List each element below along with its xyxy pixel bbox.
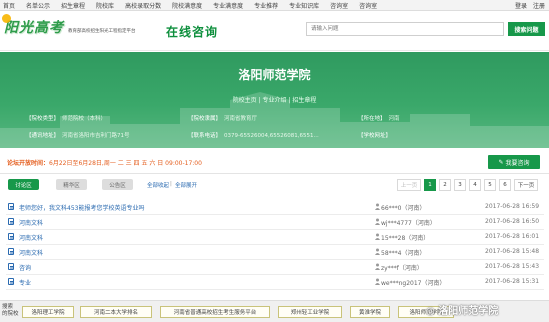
site-header: 阳光高考 教育部高校招生阳光工程指定平台 在线咨询 搜索问题 bbox=[0, 11, 549, 51]
related-school-button[interactable]: 河南二本大学排名 bbox=[80, 306, 152, 318]
login-link[interactable]: 登录 bbox=[515, 1, 527, 10]
related-school-button[interactable]: 郑州轻工业学院 bbox=[278, 306, 342, 318]
tab-discussion[interactable]: 讨论区 bbox=[8, 179, 39, 190]
question-title[interactable]: 河南文科 bbox=[19, 248, 43, 257]
question-user: 58***4（河南） bbox=[381, 250, 426, 257]
prev-page-button[interactable]: 上一页 bbox=[397, 179, 421, 191]
register-link[interactable]: 注册 bbox=[533, 1, 545, 10]
watermark: ◎ 洛阳师范学院 bbox=[426, 306, 499, 317]
wechat-icon: ◎ bbox=[426, 306, 439, 317]
page-title: 在线咨询 bbox=[166, 25, 219, 39]
question-date: 2017-06-28 15:43 bbox=[485, 263, 540, 270]
nav-home[interactable]: 首页 bbox=[3, 1, 15, 10]
page-2[interactable]: 2 bbox=[439, 179, 451, 191]
question-title[interactable]: 老师您好，我文科453能报考您学校英语专业吗 bbox=[19, 203, 144, 212]
question-icon bbox=[8, 263, 14, 270]
page-4[interactable]: 4 bbox=[469, 179, 481, 191]
related-school-button[interactable]: 洛阳理工学院 bbox=[22, 306, 74, 318]
question-date: 2017-06-28 15:48 bbox=[485, 248, 540, 255]
list-item[interactable]: 河南文科 wj***4777（河南） 2017-06-28 16:50 bbox=[6, 215, 544, 230]
site-logo[interactable]: 阳光高考 教育部高校招生阳光工程指定平台 bbox=[2, 14, 136, 37]
school-name: 洛阳师范学院 bbox=[238, 68, 311, 82]
pencil-icon: ✎ bbox=[498, 158, 504, 166]
search-input[interactable] bbox=[306, 22, 504, 36]
forum-time-bar: 论坛开放时间：6月22日至6月28日,周一 二 三 四 五 六 日 09:00-… bbox=[0, 152, 549, 174]
logo-text: 阳光高考 bbox=[4, 20, 64, 36]
expand-all-link[interactable]: 全部展开 bbox=[175, 181, 197, 189]
info-affiliation: 【院校隶属】 河南省教育厅 bbox=[188, 116, 258, 122]
top-nav: 首页 名单公示 招生章程 院校库 高校录取分数 院校满意度 专业满意度 专业推荐… bbox=[0, 0, 549, 11]
question-title[interactable]: 河南文科 bbox=[19, 218, 43, 227]
question-date: 2017-06-28 16:50 bbox=[485, 218, 540, 225]
nav-school-library[interactable]: 院校库 bbox=[96, 1, 114, 10]
nav-admission-rules[interactable]: 招生章程 bbox=[61, 1, 85, 10]
question-icon bbox=[8, 248, 14, 255]
question-user: we***ng2017（河南） bbox=[381, 280, 446, 287]
list-item[interactable]: 咨询 zy***f（河南） 2017-06-28 15:43 bbox=[6, 260, 544, 275]
pagination: 上一页 1 2 3 4 5 6 下一页 bbox=[397, 179, 538, 191]
info-website[interactable]: 【学校网址】 bbox=[358, 131, 394, 139]
sun-icon bbox=[2, 14, 11, 23]
question-list: 老师您好，我文科453能报考您学校英语专业吗 66***0（河南） 2017-0… bbox=[6, 200, 544, 290]
question-user: 15***28（河南） bbox=[381, 235, 430, 242]
question-icon bbox=[8, 203, 14, 210]
nav-major-knowledge[interactable]: 专业知识库 bbox=[289, 1, 319, 10]
nav-list-public[interactable]: 名单公示 bbox=[26, 1, 50, 10]
question-date: 2017-06-28 16:59 bbox=[485, 203, 540, 210]
user-icon bbox=[375, 203, 380, 210]
info-phone: 【联系电话】 0379-65526004,65526081,6551... bbox=[188, 133, 319, 139]
school-banner: 洛阳师范学院 院校主页 | 专业介绍 | 招生章程 【院校类型】 师范院校（本科）… bbox=[0, 52, 549, 148]
next-page-button[interactable]: 下一页 bbox=[514, 179, 538, 191]
question-user: 66***0（河南） bbox=[381, 205, 426, 212]
question-icon bbox=[8, 233, 14, 240]
page-5[interactable]: 5 bbox=[484, 179, 496, 191]
question-icon bbox=[8, 278, 14, 285]
nav-major-satisfaction[interactable]: 专业满意度 bbox=[213, 1, 243, 10]
question-date: 2017-06-28 16:01 bbox=[485, 233, 540, 240]
user-icon bbox=[375, 233, 380, 240]
question-date: 2017-06-28 15:31 bbox=[485, 278, 540, 285]
tab-featured[interactable]: 精华区 bbox=[56, 179, 87, 190]
search-button[interactable]: 搜索问题 bbox=[508, 22, 545, 36]
question-user: zy***f（河南） bbox=[381, 265, 423, 272]
question-title[interactable]: 河南文科 bbox=[19, 233, 43, 242]
user-icon bbox=[375, 248, 380, 255]
list-item[interactable]: 河南文科 15***28（河南） 2017-06-28 16:01 bbox=[6, 230, 544, 245]
info-type: 【院校类型】 师范院校（本科） bbox=[26, 116, 107, 122]
link-separator: | bbox=[170, 181, 172, 187]
logo-subtitle: 教育部高校招生阳光工程指定平台 bbox=[68, 29, 136, 34]
related-school-button[interactable]: 河南省普通高校招生考生服务平台 bbox=[160, 306, 270, 318]
info-location: 【所在地】 河南 bbox=[358, 116, 400, 122]
collapse-all-link[interactable]: 全部收起 bbox=[147, 181, 169, 189]
question-user: wj***4777（河南） bbox=[381, 220, 436, 227]
user-icon bbox=[375, 218, 380, 225]
question-icon bbox=[8, 218, 14, 225]
page-3[interactable]: 3 bbox=[454, 179, 466, 191]
related-search-label: 搜索 的院校 bbox=[2, 304, 19, 317]
user-icon bbox=[375, 278, 380, 285]
nav-consult-room-2[interactable]: 咨询室 bbox=[359, 1, 377, 10]
question-title[interactable]: 专业 bbox=[19, 278, 31, 287]
related-school-button[interactable]: 黄淮学院 bbox=[350, 306, 390, 318]
question-title[interactable]: 咨询 bbox=[19, 263, 31, 272]
list-item[interactable]: 专业 we***ng2017（河南） 2017-06-28 15:31 bbox=[6, 275, 544, 290]
list-item[interactable]: 河南文科 58***4（河南） 2017-06-28 15:48 bbox=[6, 245, 544, 260]
list-item[interactable]: 老师您好，我文科453能报考您学校英语专业吗 66***0（河南） 2017-0… bbox=[6, 200, 544, 215]
tab-row: 讨论区 精华区 公告区 全部收起 | 全部展开 上一页 1 2 3 4 5 6 … bbox=[0, 176, 549, 194]
page-1[interactable]: 1 bbox=[424, 179, 436, 191]
nav-major-recommend[interactable]: 专业推荐 bbox=[254, 1, 278, 10]
info-address: 【通讯地址】 河南省洛阳市吉利门路71号 bbox=[26, 133, 130, 139]
nav-school-satisfaction[interactable]: 院校满意度 bbox=[172, 1, 202, 10]
school-links[interactable]: 院校主页 | 专业介绍 | 招生章程 bbox=[0, 95, 549, 104]
nav-admission-scores[interactable]: 高校录取分数 bbox=[125, 1, 161, 10]
nav-consult-room[interactable]: 咨询室 bbox=[330, 1, 348, 10]
ask-question-button[interactable]: ✎ 我要咨询 bbox=[488, 155, 540, 169]
tab-announcements[interactable]: 公告区 bbox=[102, 179, 133, 190]
page-6[interactable]: 6 bbox=[499, 179, 511, 191]
forum-open-time: 论坛开放时间：6月22日至6月28日,周一 二 三 四 五 六 日 09:00-… bbox=[7, 160, 202, 167]
auth-links: 登录 注册 bbox=[515, 0, 545, 11]
user-icon bbox=[375, 263, 380, 270]
